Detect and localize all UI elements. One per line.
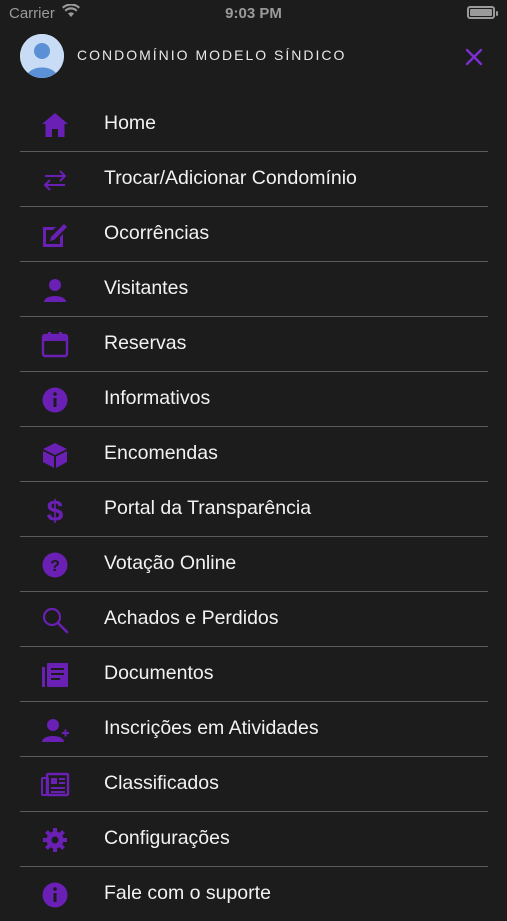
status-bar: Carrier 9:03 PM <box>0 0 507 28</box>
menu-item-settings[interactable]: Configurações <box>20 812 488 867</box>
menu-item-label: Achados e Perdidos <box>104 607 279 629</box>
menu-item-visitors[interactable]: Visitantes <box>20 262 488 317</box>
menu-item-label: Trocar/Adicionar Condomínio <box>104 167 357 189</box>
search-icon <box>40 605 70 635</box>
condominium-name: CONDOMÍNIO MODELO SÍNDICO <box>77 47 347 63</box>
menu-item-switch-condominium[interactable]: Trocar/Adicionar Condomínio <box>20 152 488 207</box>
navigation-menu: Home Trocar/Adicionar Condomínio Ocorrên… <box>20 97 488 921</box>
menu-item-label: Visitantes <box>104 277 189 299</box>
close-icon <box>465 48 483 66</box>
svg-text:?: ? <box>50 558 60 575</box>
package-icon <box>40 440 70 470</box>
info-icon <box>40 385 70 415</box>
close-button[interactable] <box>461 44 487 70</box>
drawer-header: CONDOMÍNIO MODELO SÍNDICO <box>0 30 507 86</box>
menu-item-support[interactable]: Fale com o suporte <box>20 867 488 921</box>
home-icon <box>40 110 70 140</box>
menu-item-packages[interactable]: Encomendas <box>20 427 488 482</box>
menu-item-label: Informativos <box>104 387 211 409</box>
menu-item-label: Configurações <box>104 827 230 849</box>
menu-item-label: Documentos <box>104 662 214 684</box>
person-icon <box>40 275 70 305</box>
menu-item-label: Portal da Transparência <box>104 497 312 519</box>
document-icon <box>40 660 70 690</box>
question-icon: ? <box>40 550 70 580</box>
menu-item-activity-registrations[interactable]: Inscrições em Atividades <box>20 702 488 757</box>
menu-item-label: Home <box>104 112 157 134</box>
menu-item-label: Fale com o suporte <box>104 882 271 904</box>
menu-item-home[interactable]: Home <box>20 97 488 152</box>
person-add-icon <box>40 715 70 745</box>
clock: 9:03 PM <box>225 5 282 22</box>
calendar-icon <box>40 330 70 360</box>
menu-item-label: Classificados <box>104 772 219 794</box>
menu-item-transparency-portal[interactable]: $ Portal da Transparência <box>20 482 488 537</box>
menu-item-classifieds[interactable]: Classificados <box>20 757 488 812</box>
menu-item-label: Ocorrências <box>104 222 210 244</box>
menu-item-lost-and-found[interactable]: Achados e Perdidos <box>20 592 488 647</box>
support-icon <box>40 880 70 910</box>
newspaper-icon <box>40 770 70 800</box>
menu-item-online-voting[interactable]: ? Votação Online <box>20 537 488 592</box>
menu-item-label: Encomendas <box>104 442 218 464</box>
menu-item-documents[interactable]: Documentos <box>20 647 488 702</box>
menu-item-reservations[interactable]: Reservas <box>20 317 488 372</box>
battery-icon <box>467 6 498 19</box>
edit-icon <box>40 220 70 250</box>
avatar[interactable] <box>20 34 64 78</box>
svg-text:$: $ <box>47 495 64 525</box>
menu-item-label: Votação Online <box>104 552 237 574</box>
menu-item-occurrences[interactable]: Ocorrências <box>20 207 488 262</box>
dollar-icon: $ <box>40 495 70 525</box>
menu-item-label: Inscrições em Atividades <box>104 717 319 739</box>
menu-item-label: Reservas <box>104 332 187 354</box>
gear-icon <box>40 825 70 855</box>
swap-icon <box>40 165 70 195</box>
user-avatar-icon <box>20 34 64 78</box>
menu-item-informatives[interactable]: Informativos <box>20 372 488 427</box>
